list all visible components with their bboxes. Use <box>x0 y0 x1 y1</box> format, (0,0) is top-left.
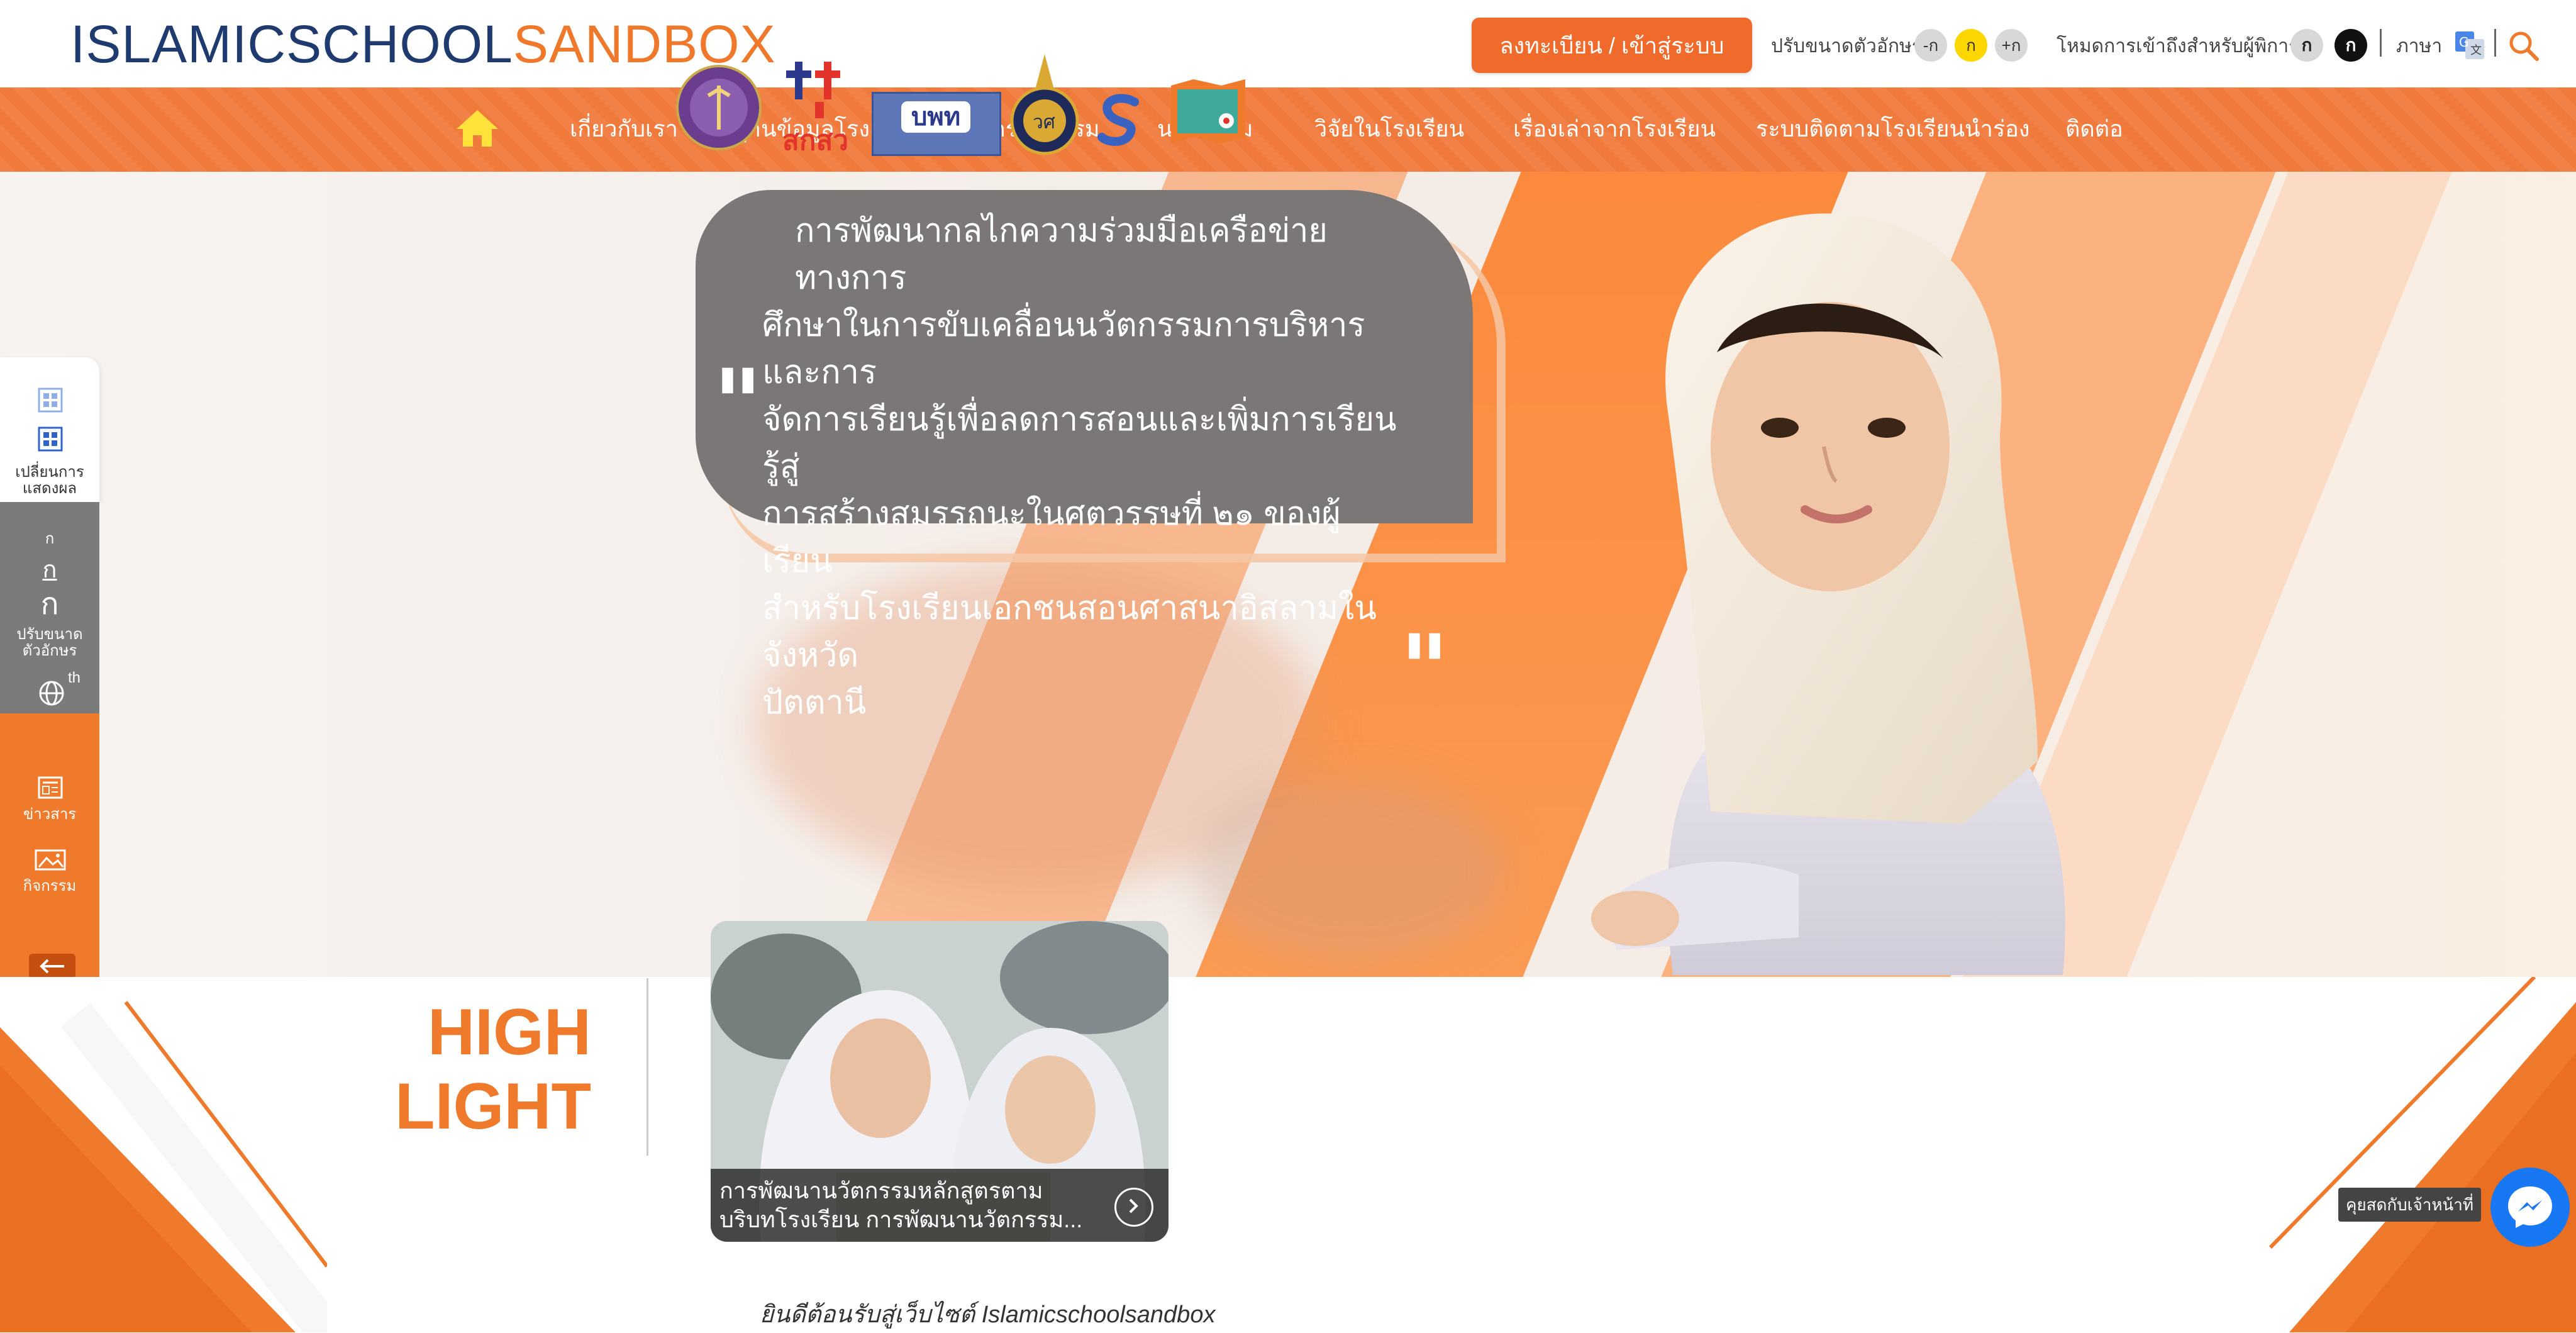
accessibility-mode-label: โหมดการเข้าถึงสำหรับผู้พิการ <box>2057 36 2299 57</box>
welcome-text: ยินดีต้อนรับสู่เว็บไซต์ Islamicschoolsan… <box>760 1302 1216 1328</box>
tsri-logo-text: สกสว <box>782 125 849 156</box>
label-line: ตัวอักษร <box>22 642 77 659</box>
decor-corner-left <box>0 1001 327 1332</box>
nav-contact[interactable]: ติดต่อ <box>2065 110 2123 148</box>
search-icon[interactable] <box>2508 30 2540 62</box>
language-code[interactable]: th <box>68 669 80 687</box>
chevron-right-icon <box>1129 1198 1138 1213</box>
collapse-panel-button[interactable] <box>29 954 75 979</box>
highlight-card[interactable]: การพัฒนานวัตกรรมหลักสูตรตาม บริบทโรงเรีย… <box>711 921 1169 1242</box>
label-line: แสดงผล <box>22 480 77 497</box>
decor-corner-right <box>2268 977 2576 1332</box>
highlight-card-text: การพัฒนานวัตกรรมหลักสูตรตาม บริบทโรงเรีย… <box>719 1176 1109 1234</box>
highlight-divider <box>647 978 648 1156</box>
activity-shortcut-label[interactable]: กิจกรรม <box>0 878 99 895</box>
nav-pilot-tracking[interactable]: ระบบติดตามโรงเรียนนำร่อง <box>1756 110 2029 148</box>
highlight-section <box>0 977 2576 1332</box>
learning-map-logo-icon <box>1171 79 1245 143</box>
pmua-logo: บพท <box>872 92 1001 156</box>
font-medium-button[interactable]: ก <box>0 557 99 583</box>
live-chat-label[interactable]: คุยสดกับเจ้าหน้าที่ <box>2338 1188 2481 1222</box>
news-icon[interactable] <box>36 775 64 800</box>
messenger-chat-button[interactable] <box>2490 1168 2570 1247</box>
partner-logos: สกสว บพท วศ <box>675 52 1248 165</box>
font-large-button[interactable]: ก <box>0 589 99 620</box>
font-small-button[interactable]: ก <box>0 531 99 547</box>
highlight-title: HIGH LIGHT <box>390 995 591 1144</box>
pmua-logo-text: บพท <box>901 101 970 133</box>
nav-stories[interactable]: เรื่องเล่าจากโรงเรียน <box>1513 110 1716 148</box>
divider <box>2380 29 2382 57</box>
quote-line: จัดการเรียนรู้เพื่อลดการสอนและเพิ่มการเร… <box>762 401 1397 485</box>
font-size-label: ปรับขนาดตัวอักษร <box>1771 36 1922 57</box>
grid-view-light-icon[interactable] <box>38 388 63 413</box>
messenger-icon <box>2508 1186 2552 1228</box>
news-shortcut-label[interactable]: ข่าวสาร <box>0 806 99 823</box>
highlight-title-line: LIGHT <box>395 1070 591 1143</box>
contrast-dark-button[interactable]: ก <box>2334 29 2367 62</box>
caption-line: บริบทโรงเรียน การพัฒนานวัตกรรม... <box>719 1207 1083 1232</box>
tsri-logo: สกสว <box>780 58 849 156</box>
nav-about[interactable]: เกี่ยวกับเรา <box>570 110 678 148</box>
label-line: ปรับขนาด <box>16 626 83 643</box>
ministry-seal-icon <box>676 65 762 150</box>
card-next-button[interactable] <box>1114 1188 1153 1227</box>
globe-icon[interactable] <box>38 679 65 707</box>
quote-line: ศึกษาในการขับเคลื่อนนวัตกรรมการบริหารและ… <box>762 307 1365 391</box>
font-size-side-label: ปรับขนาด ตัวอักษร <box>0 627 99 659</box>
arrow-left-icon <box>40 959 64 974</box>
font-normal-button[interactable]: ก <box>1955 29 1987 62</box>
hero-quote: การพัฒนากลไกความร่วมมือเครือข่ายทางการ ศ… <box>762 208 1397 727</box>
svg-text:วศ: วศ <box>1033 111 1055 133</box>
caption-line: การพัฒนานวัตกรรมหลักสูตรตาม <box>719 1178 1043 1203</box>
close-quote-icon: " <box>1400 615 1450 725</box>
tsri-mark-icon <box>786 62 840 118</box>
display-mode-label: เปลี่ยนการ แสดงผล <box>0 464 99 497</box>
sandbox-forum-logo-icon <box>1097 94 1139 146</box>
svg-text:G: G <box>2459 35 2469 50</box>
home-icon[interactable] <box>455 109 499 148</box>
label-line: เปลี่ยนการ <box>15 464 84 481</box>
svg-text:文: 文 <box>2470 44 2482 57</box>
quote-line: การสร้างสมรรถนะในศตวรรษที่ ๒๑ ของผู้เรีย… <box>762 496 1341 579</box>
quote-line: สำหรับโรงเรียนเอกชนสอนศาสนาอิสลามในจังหว… <box>762 590 1377 674</box>
nav-research[interactable]: วิจัยในโรงเรียน <box>1314 110 1464 148</box>
grid-view-dark-icon[interactable] <box>38 427 63 452</box>
register-login-button[interactable]: ลงทะเบียน / เข้าสู่ระบบ <box>1472 18 1752 73</box>
contrast-normal-button[interactable]: ก <box>2290 29 2323 62</box>
main-navigation: เกี่ยวกับเรา ฐานข้อมูลโรงเรียน กิจกรรมอบ… <box>0 87 2576 172</box>
top-header: ISLAMICSCHOOLSANDBOX ลงทะเบียน / เข้าสู่… <box>0 0 2576 87</box>
translate-icon[interactable]: G 文 <box>2455 31 2484 59</box>
divider <box>2494 29 2496 57</box>
activity-icon[interactable] <box>34 847 67 872</box>
decor-blur <box>1195 776 1509 964</box>
highlight-card-caption: การพัฒนานวัตกรรมหลักสูตรตาม บริบทโรงเรีย… <box>711 1169 1169 1242</box>
site-logo[interactable]: ISLAMICSCHOOLSANDBOX <box>70 11 776 77</box>
font-decrease-button[interactable]: -ก <box>1914 29 1947 62</box>
language-label: ภาษา <box>2396 36 2443 57</box>
student-photo <box>1591 213 2065 975</box>
open-quote-icon: " <box>713 350 763 459</box>
quote-line: การพัฒนากลไกความร่วมมือเครือข่ายทางการ <box>795 213 1328 296</box>
highlight-title-line: HIGH <box>428 996 591 1069</box>
accessibility-side-panel: เปลี่ยนการ แสดงผล ก ก ก ปรับขนาด ตัวอักษ… <box>0 357 99 1043</box>
quote-line: ปัตตานี <box>762 684 867 721</box>
university-seal-icon: วศ <box>1010 54 1079 155</box>
font-increase-button[interactable]: +ก <box>1995 29 2028 62</box>
